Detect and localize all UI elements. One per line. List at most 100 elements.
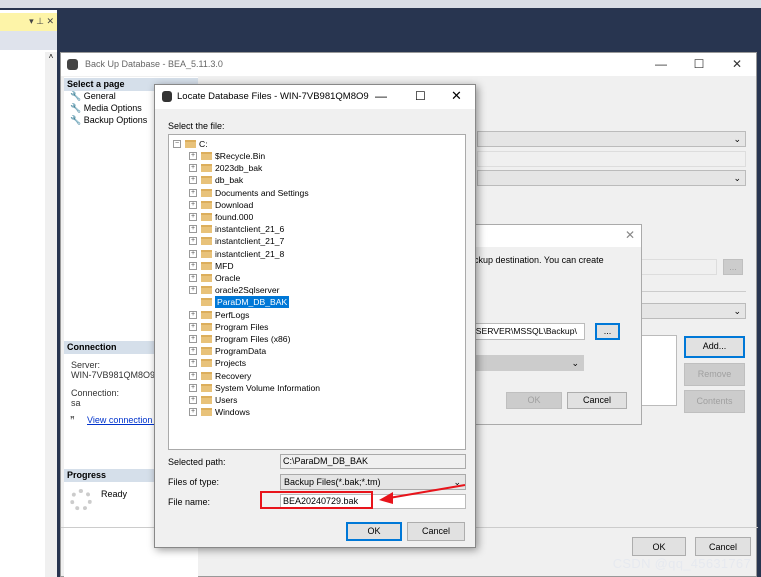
folder-icon	[201, 335, 212, 343]
folder-icon	[201, 408, 212, 417]
expand-icon[interactable]: +	[189, 371, 197, 380]
ok-button[interactable]: OK	[632, 537, 686, 556]
contents-button[interactable]: Contents	[684, 390, 745, 413]
folder-icon	[185, 140, 196, 148]
progress-status: Ready	[101, 489, 128, 499]
page-label: Backup Options	[83, 115, 148, 125]
cancel-button[interactable]: Cancel	[407, 522, 465, 541]
maximize-button[interactable]: ☐	[415, 89, 426, 103]
tree-item-label: oracle2Sqlserver	[215, 285, 280, 296]
database-dropdown[interactable]: ⌄	[477, 131, 746, 147]
folder-icon	[201, 152, 212, 160]
add-button[interactable]: Add...	[684, 336, 745, 358]
expand-icon[interactable]: +	[189, 335, 197, 343]
connection-label: Connection:	[71, 388, 120, 398]
maximize-button[interactable]: ☐	[680, 53, 718, 76]
page-label: Media Options	[83, 103, 142, 113]
expand-icon[interactable]: +	[189, 261, 197, 270]
browse-button-disabled[interactable]: ...	[723, 259, 743, 275]
watermark: CSDN @qq_45631767	[612, 556, 751, 571]
tree-item-label: Documents and Settings	[215, 187, 309, 198]
panel-title-bar[interactable]: ▾ ⊥ ✕	[0, 13, 57, 31]
tree-item-label: Windows	[215, 407, 250, 418]
expand-icon[interactable]: +	[189, 164, 197, 173]
collapse-icon[interactable]: −	[173, 140, 181, 148]
files-of-type-label: Files of type:	[168, 477, 220, 487]
backup-type-dropdown[interactable]: ⌄	[477, 170, 746, 186]
annotation-arrow-icon	[379, 484, 466, 504]
expand-icon[interactable]: +	[189, 152, 197, 160]
browse-button[interactable]: ...	[595, 323, 620, 340]
expand-icon[interactable]: +	[189, 225, 197, 234]
folder-icon	[201, 164, 212, 173]
expand-icon[interactable]: +	[189, 310, 197, 319]
server-label: Server:	[71, 360, 101, 370]
tree-item-label: instantclient_21_8	[215, 248, 285, 259]
folder-icon	[201, 359, 212, 368]
expand-icon[interactable]: +	[189, 408, 197, 417]
folder-icon	[201, 213, 212, 221]
remove-button[interactable]: Remove	[684, 363, 745, 386]
page-general[interactable]: 🔧 General	[70, 91, 116, 102]
page-media-options[interactable]: 🔧 Media Options	[70, 103, 142, 114]
page-label: General	[83, 91, 116, 101]
expand-icon[interactable]: +	[189, 176, 197, 185]
folder-icon	[201, 286, 212, 295]
tree-item-label: MFD	[215, 260, 234, 271]
expand-icon[interactable]: +	[189, 249, 197, 258]
tree-item-label: db_bak	[215, 175, 244, 186]
folder-icon	[201, 298, 212, 307]
connection-value: sa	[71, 398, 81, 408]
expand-icon[interactable]: +	[189, 188, 197, 197]
expand-icon[interactable]: +	[189, 286, 197, 295]
tree-item-label: System Volume Information	[215, 382, 321, 393]
expand-icon[interactable]: +	[189, 237, 197, 246]
dest-cancel-button[interactable]: Cancel	[567, 392, 627, 409]
recovery-model-field	[477, 151, 746, 167]
tree-item-label: Recovery	[215, 370, 252, 381]
dest-ok-button[interactable]: OK	[506, 392, 562, 409]
tree-item-label: $Recycle.Bin	[215, 151, 266, 161]
folder-icon	[201, 249, 212, 258]
tree-item-label: PerfLogs	[215, 309, 250, 320]
scrollbar[interactable]: ˄	[45, 52, 57, 577]
selected-path-field: C:\ParaDM_DB_BAK	[280, 454, 466, 469]
folder-icon	[201, 396, 212, 404]
cancel-button[interactable]: Cancel	[695, 537, 751, 556]
expand-icon[interactable]: +	[189, 274, 197, 282]
ok-button[interactable]: OK	[346, 522, 402, 541]
folder-icon	[201, 274, 212, 282]
minimize-button[interactable]: —	[375, 89, 387, 103]
file-tree[interactable]: − C: + $Recycle.Bin +2023db_bak + db_bak + Docum…	[168, 134, 466, 450]
minimize-button[interactable]: —	[642, 53, 680, 76]
progress-spinner-icon	[70, 489, 92, 511]
close-button[interactable]: ✕	[451, 88, 462, 104]
object-explorer-panel: ▾ ⊥ ✕ ˄	[0, 10, 57, 577]
tree-item-label: Users	[215, 395, 238, 405]
tree-item-label: Oracle	[215, 273, 241, 283]
expand-icon[interactable]: +	[189, 396, 197, 404]
tree-item-label: ParaDM_DB_BAK	[215, 296, 290, 309]
view-connection-properties-link[interactable]: View connection p	[87, 415, 160, 425]
disabled-dropdown[interactable]: ⌄	[469, 355, 584, 371]
expand-icon[interactable]: +	[189, 347, 197, 356]
tree-item-label: Download	[215, 199, 254, 210]
expand-icon[interactable]: +	[189, 213, 197, 221]
files-of-type-value: Backup Files(*.bak;*.tm)	[284, 477, 381, 487]
close-button[interactable]: ✕	[625, 228, 635, 242]
tree-item-label: 2023db_bak	[215, 163, 263, 174]
close-button[interactable]: ✕	[718, 53, 756, 76]
expand-icon[interactable]: +	[189, 359, 197, 368]
file-path-input[interactable]: LSERVER\MSSQL\Backup\	[469, 323, 585, 340]
expand-icon[interactable]: +	[189, 322, 197, 331]
expand-icon[interactable]: +	[189, 383, 197, 392]
page-backup-options[interactable]: 🔧 Backup Options	[70, 115, 147, 126]
tree-item-label: C:	[199, 139, 208, 149]
expand-icon[interactable]: +	[189, 200, 197, 209]
tree-item-label: instantclient_21_6	[215, 224, 285, 235]
tree-item-label: Program Files (x86)	[215, 334, 291, 344]
folder-icon	[201, 261, 212, 270]
folder-icon	[201, 310, 212, 319]
folder-icon	[201, 383, 212, 392]
selected-path-label: Selected path:	[168, 457, 226, 467]
